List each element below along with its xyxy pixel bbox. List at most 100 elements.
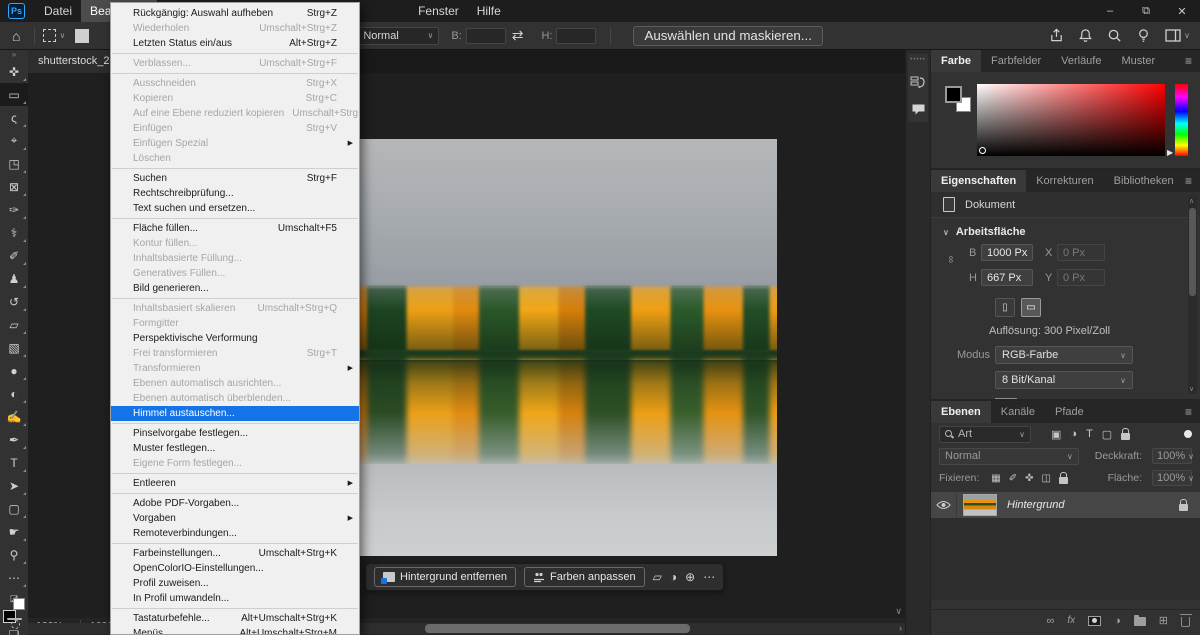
width-input[interactable] — [466, 28, 506, 44]
panel-tab[interactable]: Eigenschaften — [931, 170, 1026, 192]
panel-tab[interactable]: Verläufe — [1051, 50, 1111, 72]
delete-layer-icon[interactable] — [1181, 617, 1190, 627]
menu-item-reduziert-kopieren[interactable]: Auf eine Ebene reduziert kopieren Umscha… — [111, 106, 359, 121]
scrollbar-thumb[interactable] — [1189, 208, 1196, 296]
menu-item-frei-transformieren[interactable]: Frei transformieren Strg+T ▶ — [111, 346, 359, 361]
menu-item-verblassen[interactable]: Verblassen... Umschalt+Strg+F ▶ — [111, 56, 359, 71]
panel-tab[interactable]: Kanäle — [991, 401, 1045, 423]
chevron-down-icon[interactable]: ∨ — [59, 31, 65, 40]
filter-image-icon[interactable]: ▣ — [1051, 428, 1061, 441]
canvas-height-field[interactable]: 667 Px — [981, 269, 1033, 286]
scroll-right-icon[interactable]: › — [899, 623, 902, 633]
hue-slider-marker[interactable]: ▶ — [1167, 148, 1173, 157]
opacity-field[interactable]: 100% ∨ — [1152, 448, 1192, 464]
menu-item-formgitter[interactable]: Formgitter ▶ — [111, 316, 359, 331]
layer-locked-icon[interactable] — [1179, 504, 1188, 511]
menubar-item[interactable]: Fenster — [409, 0, 468, 22]
add-mask-icon[interactable] — [1088, 616, 1101, 626]
shape-tool[interactable]: ▢ — [0, 497, 28, 520]
select-and-mask-button[interactable]: Auswählen und maskieren... — [633, 26, 822, 46]
panel-menu-icon[interactable]: ≡ — [1185, 54, 1192, 68]
menu-item-loeschen[interactable]: Löschen ▶ — [111, 151, 359, 166]
height-input[interactable] — [556, 28, 596, 44]
edit-menu-item[interactable]: ▶ — [112, 473, 358, 474]
edit-menu-item[interactable]: ▶ — [112, 608, 358, 609]
adjustment-layer-icon[interactable]: ◑ — [1114, 615, 1121, 627]
menu-item-remoteverbindungen[interactable]: Remoteverbindungen... ▶ — [111, 526, 359, 541]
panel-menu-icon[interactable]: ≡ — [1185, 405, 1192, 419]
collapse-toolbar-icon[interactable]: » — [12, 50, 16, 60]
filter-smart-object-lock-icon[interactable] — [1121, 433, 1130, 440]
layer-row-background[interactable]: Hintergrund — [931, 492, 1200, 518]
adjust-colors-button[interactable]: Farben anpassen — [524, 567, 645, 587]
type-tool[interactable]: T — [0, 451, 28, 474]
menu-item-letzten-status[interactable]: Letzten Status ein/aus Alt+Strg+Z ▶ — [111, 36, 359, 51]
blend-mode-select[interactable]: Normal ∨ — [357, 27, 439, 45]
portrait-orientation-button[interactable]: ▯ — [995, 298, 1015, 317]
menu-item-tastaturbefehle[interactable]: Tastaturbefehle... Alt+Umschalt+Strg+K ▶ — [111, 611, 359, 626]
lasso-tool[interactable]: ς — [0, 106, 28, 129]
menu-item-suchen[interactable]: Suchen Strg+F ▶ — [111, 171, 359, 186]
panel-tab[interactable]: Bibliotheken — [1104, 170, 1184, 192]
panel-tab[interactable]: Farbfelder — [981, 50, 1051, 72]
object-selection-tool[interactable]: ⌖ — [0, 129, 28, 152]
menu-item-farbeinstellungen[interactable]: Farbeinstellungen... Umschalt+Strg+K ▶ — [111, 546, 359, 561]
lock-artboard-icon[interactable]: ◫ — [1042, 473, 1051, 484]
lock-pixels-icon[interactable]: ✐ — [1009, 473, 1017, 484]
canvas-x-field[interactable]: 0 Px — [1057, 244, 1105, 261]
rectangular-marquee-tool[interactable]: ▭ — [0, 83, 28, 106]
discover-lightbulb-icon[interactable] — [1136, 28, 1151, 43]
edit-menu-item[interactable]: ▶ — [112, 218, 358, 219]
remove-background-button[interactable]: Hintergrund entfernen — [374, 567, 516, 587]
scrollbar-thumb[interactable] — [425, 624, 690, 633]
minimize-button[interactable]: – — [1092, 0, 1128, 22]
smudge-tool[interactable]: ✍ — [0, 405, 28, 428]
filter-shape-icon[interactable]: ▢ — [1102, 428, 1112, 441]
menu-item-bild-generieren[interactable]: Bild generieren... ▶ — [111, 281, 359, 296]
drag-handle-icon[interactable]: ••••• — [910, 57, 926, 63]
menu-item-in-profil-umwandeln[interactable]: In Profil umwandeln... ▶ — [111, 591, 359, 606]
edit-menu-item[interactable]: ▶ — [112, 73, 358, 74]
menubar-item[interactable]: Datei — [35, 0, 81, 22]
scroll-down-icon[interactable]: ∨ — [1189, 385, 1194, 393]
search-icon[interactable] — [1107, 28, 1122, 43]
transform-icon[interactable]: ▱ — [653, 570, 662, 584]
menu-item-rueckgaengig[interactable]: Rückgängig: Auswahl aufheben Strg+Z ▶ — [111, 6, 359, 21]
color-mode-select[interactable]: RGB-Farbe ∨ — [995, 346, 1133, 364]
edit-menu-item[interactable]: ▶ — [112, 543, 358, 544]
menu-item-ausschneiden[interactable]: Ausschneiden Strg+X ▶ — [111, 76, 359, 91]
layer-visibility-toggle[interactable] — [931, 492, 957, 518]
menu-item-inhaltsbasiert-skalieren[interactable]: Inhaltsbasiert skalieren Umschalt+Strg+Q… — [111, 301, 359, 316]
hue-slider[interactable] — [1175, 84, 1188, 156]
new-layer-icon[interactable]: ⊞ — [1159, 614, 1168, 627]
menu-item-vorgaben[interactable]: Vorgaben ▶ — [111, 511, 359, 526]
close-button[interactable]: ✕ — [1164, 0, 1200, 22]
share-icon[interactable] — [1049, 28, 1064, 43]
link-layers-icon[interactable]: ∞ — [1047, 615, 1055, 627]
healing-brush-tool[interactable]: ⚕ — [0, 221, 28, 244]
clone-stamp-tool[interactable]: ♟ — [0, 267, 28, 290]
menu-item-pinselvorgabe[interactable]: Pinselvorgabe festlegen... ▶ — [111, 426, 359, 441]
menu-item-entleeren[interactable]: Entleeren ▶ — [111, 476, 359, 491]
scroll-down-icon[interactable]: ∨ — [895, 606, 902, 617]
notifications-bell-icon[interactable] — [1078, 28, 1093, 43]
eyedropper-tool[interactable]: ✑ — [0, 198, 28, 221]
scroll-up-icon[interactable]: ∧ — [1189, 197, 1194, 205]
landscape-orientation-button[interactable]: ▭ — [1021, 298, 1041, 317]
panel-menu-icon[interactable]: ≡ — [1185, 174, 1192, 188]
history-panel-icon[interactable] — [910, 75, 926, 91]
saturation-brightness-field[interactable] — [977, 84, 1165, 156]
dodge-tool[interactable]: ◐ — [0, 382, 28, 405]
panel-tab[interactable]: Pfade — [1045, 401, 1094, 423]
path-selection-tool[interactable]: ➤ — [0, 474, 28, 497]
new-group-icon[interactable] — [1134, 617, 1146, 626]
move-tool[interactable]: ✜ — [0, 60, 28, 83]
menu-item-wiederholen[interactable]: Wiederholen Umschalt+Strg+Z ▶ — [111, 21, 359, 36]
add-image-icon[interactable]: ⊕ — [685, 570, 695, 584]
pen-tool[interactable]: ✒ — [0, 428, 28, 451]
blend-mode-select[interactable]: Normal ∨ — [939, 448, 1079, 465]
fill-field[interactable]: 100% ∨ — [1152, 470, 1192, 486]
canvas-width-field[interactable]: 1000 Px — [981, 244, 1033, 261]
menu-item-einfuegen-spezial[interactable]: Einfügen Spezial ▶ — [111, 136, 359, 151]
comments-panel-icon[interactable] — [911, 103, 926, 116]
